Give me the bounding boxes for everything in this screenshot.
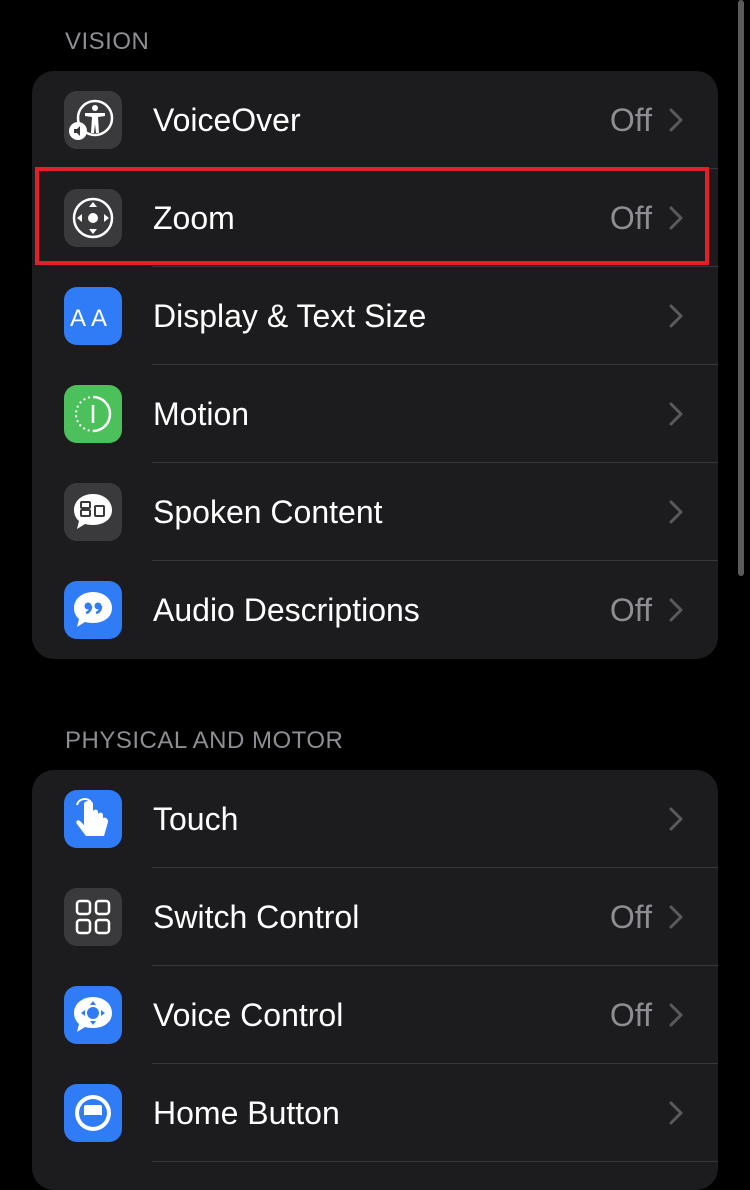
row-touch[interactable]: Touch (32, 770, 718, 868)
text-size-icon: A A (64, 287, 122, 345)
chevron-right-icon (669, 807, 683, 831)
row-label: Display & Text Size (153, 298, 427, 334)
chevron-right-icon (669, 598, 683, 622)
spoken-content-icon (64, 483, 122, 541)
row-display-text-size[interactable]: A A Display & Text Size (32, 267, 718, 365)
vision-group: VoiceOver Off Zoom Off A A Display & Tex… (32, 71, 718, 659)
home-button-icon (64, 1084, 122, 1142)
section-header-vision: VISION (65, 28, 150, 55)
chevron-right-icon (669, 1003, 683, 1027)
row-label: VoiceOver (153, 102, 301, 138)
physical-motor-group: Touch Switch Control Off Voice Control O… (32, 770, 718, 1190)
voiceover-icon (64, 91, 122, 149)
row-label: Spoken Content (153, 494, 383, 530)
row-label: Motion (153, 396, 250, 432)
row-label: Home Button (153, 1095, 340, 1131)
audio-descriptions-icon (64, 581, 122, 639)
row-spoken-content[interactable]: Spoken Content (32, 463, 718, 561)
touch-icon (64, 790, 122, 848)
row-label: Touch (153, 801, 239, 837)
chevron-right-icon (669, 500, 683, 524)
row-motion[interactable]: Motion (32, 365, 718, 463)
row-label: Audio Descriptions (153, 592, 420, 628)
row-value: Off (609, 899, 652, 935)
row-audio-descriptions[interactable]: Audio Descriptions Off (32, 561, 718, 659)
row-value: Off (609, 592, 652, 628)
chevron-right-icon (669, 1101, 683, 1125)
chevron-right-icon (669, 304, 683, 328)
voice-control-icon (64, 986, 122, 1044)
zoom-highlight-box (35, 167, 709, 265)
row-voiceover[interactable]: VoiceOver Off (32, 71, 718, 169)
row-separator (152, 1161, 718, 1162)
row-value: Off (609, 997, 652, 1033)
row-value: Off (609, 102, 652, 138)
switch-control-icon (64, 888, 122, 946)
svg-text:A: A (91, 305, 107, 332)
row-label: Voice Control (153, 997, 344, 1033)
chevron-right-icon (669, 905, 683, 929)
scrollbar[interactable] (738, 0, 744, 576)
section-header-physical-motor: PHYSICAL AND MOTOR (65, 727, 344, 754)
svg-text:A: A (70, 305, 86, 332)
row-switch-control[interactable]: Switch Control Off (32, 868, 718, 966)
row-label: Switch Control (153, 899, 360, 935)
row-voice-control[interactable]: Voice Control Off (32, 966, 718, 1064)
chevron-right-icon (669, 108, 683, 132)
row-home-button[interactable]: Home Button (32, 1064, 718, 1162)
motion-icon (64, 385, 122, 443)
chevron-right-icon (669, 402, 683, 426)
